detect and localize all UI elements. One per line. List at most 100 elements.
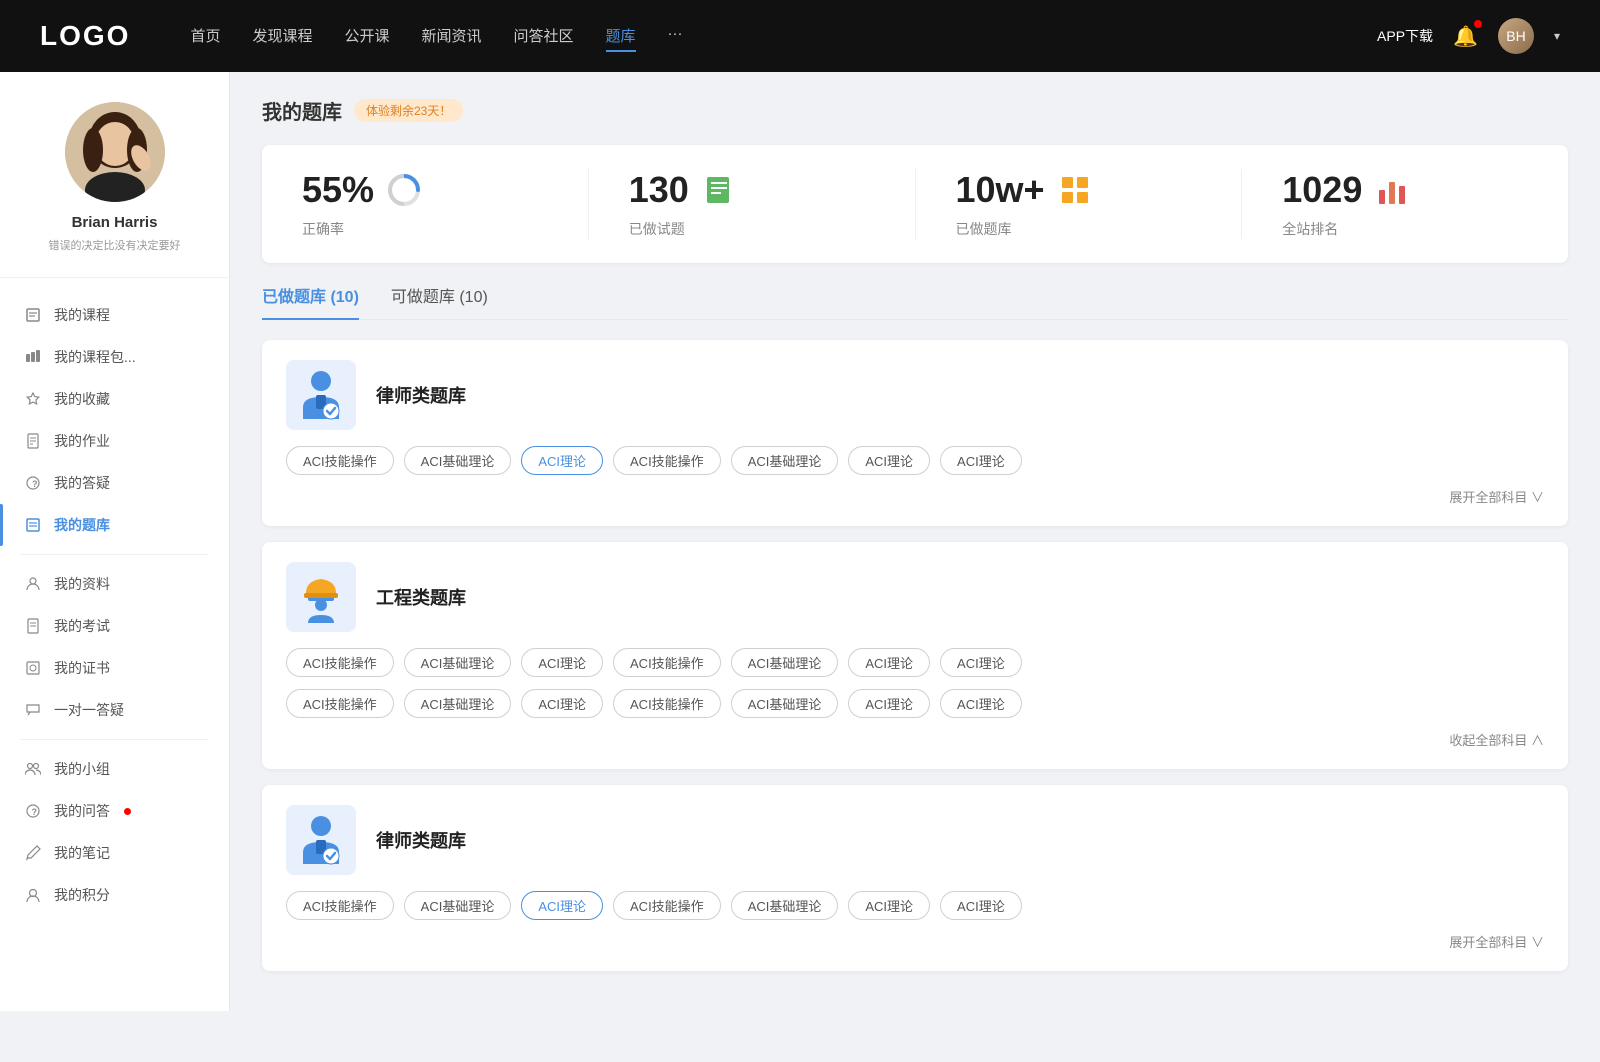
avatar-image: BH (1498, 18, 1534, 54)
stat-top-correct: 55% (302, 169, 422, 211)
eng-tag-4[interactable]: ACI基础理论 (731, 648, 839, 677)
notes-icon (24, 844, 42, 862)
eng-tag-13[interactable]: ACI理论 (940, 689, 1022, 718)
tag-4[interactable]: ACI基础理论 (731, 446, 839, 475)
nav-opencourse[interactable]: 公开课 (344, 21, 389, 52)
sidebar-item-qa[interactable]: ? 我的答疑 (0, 462, 229, 504)
eng-tag-6[interactable]: ACI理论 (940, 648, 1022, 677)
stat-label-done: 已做试题 (629, 219, 685, 239)
collapse-engineer[interactable]: 收起全部科目 ∧ (286, 730, 1544, 749)
course-pkg-icon (24, 348, 42, 366)
tag-1[interactable]: ACI基础理论 (404, 446, 512, 475)
grid-icon (1057, 172, 1093, 208)
sidebar-item-profile[interactable]: 我的资料 (0, 563, 229, 605)
profile-dropdown-icon[interactable]: ▾ (1554, 29, 1560, 43)
stat-ranking: 1029 全站排名 (1242, 169, 1568, 239)
sidebar-item-questions[interactable]: ? 我的问答 (0, 790, 229, 832)
eng-tag-1[interactable]: ACI基础理论 (404, 648, 512, 677)
tag-3[interactable]: ACI技能操作 (613, 446, 721, 475)
courses-label: 我的课程 (54, 305, 110, 325)
sidebar-item-exam[interactable]: 我的考试 (0, 605, 229, 647)
stat-value-rank: 1029 (1282, 169, 1362, 211)
stat-label-banks: 已做题库 (956, 219, 1012, 239)
nav-more[interactable]: ··· (668, 21, 683, 52)
eng-tag-5[interactable]: ACI理论 (848, 648, 930, 677)
lawyer2-icon (298, 814, 344, 866)
questions-label: 我的问答 (54, 801, 110, 821)
qbank-title-engineer: 工程类题库 (376, 584, 466, 610)
sidebar-item-group[interactable]: 我的小组 (0, 748, 229, 790)
sidebar-item-qbank[interactable]: 我的题库 (0, 504, 229, 546)
questions-icon: ? (24, 802, 42, 820)
eng-tag-9[interactable]: ACI理论 (521, 689, 603, 718)
eng-tag-0[interactable]: ACI技能操作 (286, 648, 394, 677)
expand-lawyer1[interactable]: 展开全部科目 ∨ (286, 487, 1544, 506)
lawyer-icon (298, 369, 344, 421)
qbank-tags-lawyer2: ACI技能操作 ACI基础理论 ACI理论 ACI技能操作 ACI基础理论 AC… (286, 891, 1544, 920)
sidebar-item-one-on-one[interactable]: 一对一答疑 (0, 689, 229, 731)
sidebar-item-favorites[interactable]: 我的收藏 (0, 378, 229, 420)
qa-label: 我的答疑 (54, 473, 110, 493)
nav-qbank[interactable]: 题库 (606, 21, 636, 52)
tag-6[interactable]: ACI理论 (940, 446, 1022, 475)
qbank-header-lawyer2: 律师类题库 (286, 805, 1544, 875)
cert-label: 我的证书 (54, 658, 110, 678)
favorites-label: 我的收藏 (54, 389, 110, 409)
nav-qa[interactable]: 问答社区 (514, 21, 574, 52)
eng-tag-3[interactable]: ACI技能操作 (613, 648, 721, 677)
app-download-button[interactable]: APP下载 (1377, 26, 1433, 46)
l2-tag-4[interactable]: ACI基础理论 (731, 891, 839, 920)
nav-home[interactable]: 首页 (190, 21, 220, 52)
l2-tag-1[interactable]: ACI基础理论 (404, 891, 512, 920)
user-motto: 错误的决定比没有决定要好 (49, 237, 181, 253)
points-label: 我的积分 (54, 885, 110, 905)
pie-chart-icon (386, 172, 422, 208)
qbank-label: 我的题库 (54, 515, 110, 535)
user-name: Brian Harris (72, 214, 158, 231)
l2-tag-6[interactable]: ACI理论 (940, 891, 1022, 920)
l2-tag-3[interactable]: ACI技能操作 (613, 891, 721, 920)
expand-lawyer2[interactable]: 展开全部科目 ∨ (286, 932, 1544, 951)
avatar[interactable]: BH (1498, 18, 1534, 54)
tab-available[interactable]: 可做题库 (10) (391, 283, 488, 319)
sidebar-item-cert[interactable]: 我的证书 (0, 647, 229, 689)
tag-5[interactable]: ACI理论 (848, 446, 930, 475)
sidebar-item-points[interactable]: 我的积分 (0, 874, 229, 916)
sidebar-item-notes[interactable]: 我的笔记 (0, 832, 229, 874)
main-layout: Brian Harris 错误的决定比没有决定要好 我的课程 我的课程包... (0, 72, 1600, 1011)
divider2 (20, 739, 209, 740)
sidebar-item-homework[interactable]: 我的作业 (0, 420, 229, 462)
eng-tag-2[interactable]: ACI理论 (521, 648, 603, 677)
eng-tag-7[interactable]: ACI技能操作 (286, 689, 394, 718)
l2-tag-5[interactable]: ACI理论 (848, 891, 930, 920)
qbank-section-lawyer2: 律师类题库 ACI技能操作 ACI基础理论 ACI理论 ACI技能操作 ACI基… (262, 785, 1568, 971)
tab-done[interactable]: 已做题库 (10) (262, 283, 359, 319)
cert-icon (24, 659, 42, 677)
eng-tag-8[interactable]: ACI基础理论 (404, 689, 512, 718)
page-title: 我的题库 (262, 96, 342, 125)
chart-bar-icon (1374, 172, 1410, 208)
one-on-one-label: 一对一答疑 (54, 700, 124, 720)
l2-tag-2-active[interactable]: ACI理论 (521, 891, 603, 920)
eng-tag-11[interactable]: ACI基础理论 (731, 689, 839, 718)
notes-label: 我的笔记 (54, 843, 110, 863)
qbank-icon-lawyer2 (286, 805, 356, 875)
svg-text:?: ? (32, 479, 38, 489)
sidebar-item-course-pkg[interactable]: 我的课程包... (0, 336, 229, 378)
sidebar-item-courses[interactable]: 我的课程 (0, 294, 229, 336)
stat-value-correct: 55% (302, 169, 374, 211)
l2-tag-0[interactable]: ACI技能操作 (286, 891, 394, 920)
qa-icon: ? (24, 474, 42, 492)
stat-label-correct: 正确率 (302, 219, 344, 239)
homework-icon (24, 432, 42, 450)
user-avatar (65, 102, 165, 202)
tag-2-active[interactable]: ACI理论 (521, 446, 603, 475)
nav-news[interactable]: 新闻资讯 (422, 21, 482, 52)
group-icon (24, 760, 42, 778)
tag-0[interactable]: ACI技能操作 (286, 446, 394, 475)
list-doc-icon (701, 172, 737, 208)
eng-tag-12[interactable]: ACI理论 (848, 689, 930, 718)
eng-tag-10[interactable]: ACI技能操作 (613, 689, 721, 718)
notification-bell-icon[interactable]: 🔔 (1453, 24, 1478, 49)
nav-discover[interactable]: 发现课程 (252, 21, 312, 52)
